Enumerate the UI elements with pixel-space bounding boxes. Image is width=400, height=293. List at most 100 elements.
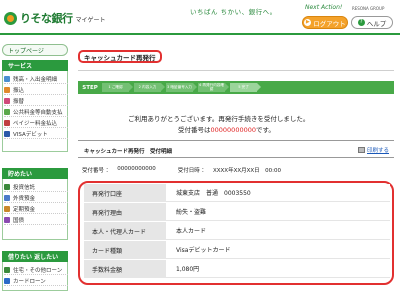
resona-logo[interactable]: りそな銀行 マイゲート bbox=[4, 10, 106, 26]
payeasy-icon bbox=[4, 119, 10, 126]
visa-icon bbox=[4, 130, 10, 137]
thanks-message: ご利用ありがとうございます。再発行手続きを受付しました。 bbox=[128, 115, 310, 123]
step-5-label: 5 完了 bbox=[238, 84, 249, 89]
foreign-icon bbox=[4, 194, 10, 201]
sidebar-item-card-loan[interactable]: カードローン bbox=[4, 276, 68, 286]
table-row: カード種類 Visaデビットカード bbox=[84, 241, 390, 260]
logout-icon: ▶ bbox=[304, 19, 312, 26]
sidebar-item-transfer[interactable]: 振込 bbox=[4, 85, 68, 95]
meta-date-value: XXXX年XX月XX日 00:00 bbox=[213, 168, 281, 174]
meta-receipt-label: 受付番号 ： bbox=[82, 168, 112, 174]
row-label: 本人・代理人カード bbox=[84, 222, 166, 240]
sidebar-head-save: 貯めたい bbox=[2, 168, 68, 179]
step-arrow-icon bbox=[225, 83, 229, 91]
step-indicator: STEP 1 ご確認 2 内容入力 3 暗証番号入力 4 再発行内容確認 5 完… bbox=[78, 81, 394, 94]
sidebar-head-borrow: 借りたい 返したい bbox=[2, 251, 68, 262]
step-1-label: 1 ご確認 bbox=[108, 84, 123, 89]
sidebar-item-label: 定期預金 bbox=[13, 206, 36, 213]
row-label: 再発行口座 bbox=[84, 184, 166, 202]
step-2: 2 内容入力 bbox=[134, 83, 165, 92]
card-loan-icon bbox=[4, 277, 10, 284]
logo-sub: マイゲート bbox=[75, 17, 106, 24]
sidebar-item-label: 残高・入出金明細 bbox=[13, 76, 58, 83]
utility-icon bbox=[4, 108, 10, 115]
sidebar-item-bond[interactable]: 国債 bbox=[4, 215, 68, 225]
row-label: 再発行理由 bbox=[84, 203, 166, 221]
help-label: ヘルプ bbox=[366, 19, 387, 28]
receipt-suffix: です。 bbox=[256, 126, 275, 134]
sidebar-item-label: 振替 bbox=[13, 98, 25, 105]
meta-date-label: 受付日時 ： bbox=[177, 168, 207, 174]
step-arrow-icon bbox=[161, 83, 165, 91]
sidebar-item-balance[interactable]: 残高・入出金明細 bbox=[4, 74, 68, 84]
sidebar-item-label: 住宅・その他ローン bbox=[13, 267, 63, 274]
receipt-meta: 受付番号 ： 00000000000 受付日時 ： XXXX年XX月XX日 00… bbox=[82, 166, 287, 174]
help-icon: ? bbox=[357, 19, 365, 26]
sidebar-item-visa[interactable]: VISAデビット bbox=[4, 129, 68, 139]
sidebar-item-foreign[interactable]: 外貨預金 bbox=[4, 193, 68, 203]
transfer-icon bbox=[4, 86, 10, 93]
sidebar-item-payeasy[interactable]: ペイジー料金払込 bbox=[4, 118, 68, 128]
step-1: 1 ご確認 bbox=[102, 83, 133, 92]
title-divider bbox=[78, 70, 394, 71]
step-3: 3 暗証番号入力 bbox=[166, 83, 197, 92]
step-4-label: 4 再発行内容確認 bbox=[199, 82, 224, 91]
brand-note: Next Action! bbox=[305, 4, 343, 11]
section-divider-top bbox=[78, 140, 394, 141]
table-row: 手数料金額 1,080円 bbox=[84, 260, 390, 279]
section-heading: キャッシュカード再発行 受付明細 bbox=[84, 149, 173, 155]
sidebar-item-label: 公共料金等自動支払 bbox=[13, 109, 63, 116]
home-loan-icon bbox=[4, 266, 10, 273]
step-label: STEP bbox=[82, 84, 98, 91]
time-deposit-icon bbox=[4, 205, 10, 212]
row-value: 紛失・盗難 bbox=[166, 203, 390, 221]
meta-receipt-value: 00000000000 bbox=[117, 166, 156, 172]
receipt-message: 受付番号は00000000000です。 bbox=[178, 124, 275, 134]
row-value: 本人カード bbox=[166, 222, 390, 240]
help-button[interactable]: ? ヘルプ bbox=[351, 16, 393, 29]
sidebar-item-label: ペイジー料金払込 bbox=[13, 120, 58, 127]
step-arrow-icon bbox=[129, 83, 133, 91]
sidebar-item-home-loan[interactable]: 住宅・その他ローン bbox=[4, 265, 68, 275]
resona-logo-icon bbox=[4, 11, 17, 25]
sidebar-item-utility[interactable]: 公共料金等自動支払 bbox=[4, 107, 68, 117]
sidebar-head-service: サービス bbox=[2, 60, 68, 71]
row-label: カード種類 bbox=[84, 241, 166, 259]
tagline: いちばん ちかい、銀行へ。 bbox=[190, 8, 277, 16]
row-value: 城東支店 普通 0003550 bbox=[166, 184, 390, 202]
sidebar-item-label: 外貨預金 bbox=[13, 195, 36, 202]
row-value: Visaデビットカード bbox=[166, 241, 390, 259]
printer-icon bbox=[358, 147, 365, 153]
sidebar-item-label: VISAデビット bbox=[13, 131, 48, 138]
sidebar-top-page[interactable]: トップページ bbox=[2, 44, 68, 56]
print-link[interactable]: 印刷する bbox=[358, 146, 389, 154]
step-arrow-icon bbox=[257, 83, 261, 91]
table-row: 再発行口座 城東支店 普通 0003550 bbox=[84, 184, 390, 203]
table-row: 本人・代理人カード 本人カード bbox=[84, 222, 390, 241]
row-label: 手数料金額 bbox=[84, 260, 166, 278]
balance-icon bbox=[4, 75, 10, 82]
brand-group: RESONA GROUP bbox=[352, 6, 385, 11]
furikae-icon bbox=[4, 97, 10, 104]
sidebar-item-furikae[interactable]: 振替 bbox=[4, 96, 68, 106]
header-divider bbox=[0, 33, 400, 35]
logout-button[interactable]: ▶ ログアウト bbox=[302, 16, 348, 29]
sidebar-item-time-deposit[interactable]: 定期預金 bbox=[4, 204, 68, 214]
table-row: 再発行理由 紛失・盗難 bbox=[84, 203, 390, 222]
step-5: 5 完了 bbox=[230, 83, 261, 92]
step-arrow-icon bbox=[193, 83, 197, 91]
sidebar-top-page-label: トップページ bbox=[8, 47, 44, 55]
step-4: 4 再発行内容確認 bbox=[198, 82, 229, 92]
sidebar-item-label: 国債 bbox=[13, 217, 25, 224]
section-divider-bottom bbox=[78, 157, 394, 158]
receipt-number: 00000000000 bbox=[210, 126, 257, 134]
print-label: 印刷する bbox=[367, 148, 390, 154]
bond-icon bbox=[4, 216, 10, 223]
sidebar: トップページ サービス 残高・入出金明細 振込 振替 公共料金等自動支払 ペイジ… bbox=[0, 38, 72, 293]
page-title: キャッシュカード再発行 bbox=[78, 50, 162, 63]
step-2-label: 2 内容入力 bbox=[138, 84, 157, 89]
logo-text: りそな銀行 bbox=[20, 12, 73, 25]
logout-label: ログアウト bbox=[313, 19, 346, 28]
step-3-label: 3 暗証番号入力 bbox=[167, 84, 192, 89]
sidebar-item-fund[interactable]: 投資信託 bbox=[4, 182, 68, 192]
